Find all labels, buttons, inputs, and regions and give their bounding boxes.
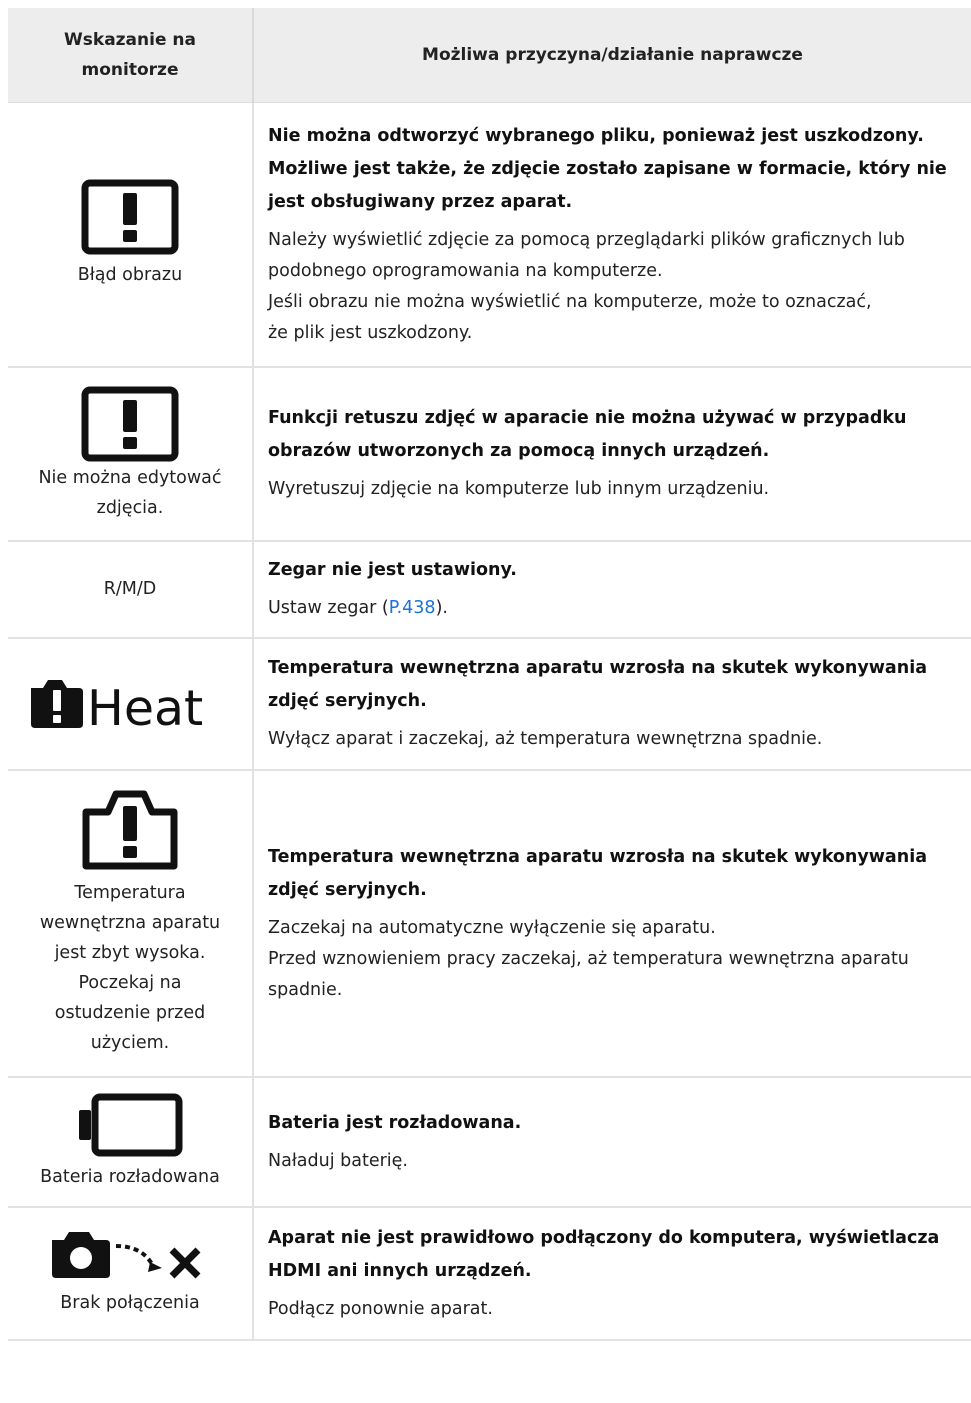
- indication-label: Bateria rozładowana: [40, 1166, 220, 1187]
- page-reference-link[interactable]: P.438: [389, 598, 436, 618]
- cause-line: jest obsługiwany przez aparat.: [268, 191, 573, 212]
- table-header-row: Wskazanie na monitorze Możliwa przyczyna…: [8, 8, 971, 103]
- description-cell: Temperatura wewnętrzna aparatu wzrosła n…: [253, 637, 971, 771]
- description-cell: Nie można odtworzyć wybranego pliku, pon…: [253, 102, 971, 368]
- indication-label-line: Nie można edytować: [38, 467, 222, 488]
- action-line: Należy wyświetlić zdjęcie za pomocą prze…: [268, 229, 905, 250]
- camera-no-connection-icon: [52, 1232, 201, 1279]
- indication-cell: Temperatura wewnętrzna aparatu jest zbyt…: [8, 769, 254, 1078]
- table-row: Brak połączenia Aparat nie jest prawidło…: [8, 1206, 971, 1341]
- table-row: Heat Temperatura wewnętrzna aparatu wzro…: [8, 637, 971, 771]
- indication-label: Błąd obrazu: [77, 265, 183, 286]
- indication-cell: Nie można edytować zdjęcia.: [8, 366, 254, 542]
- cause-text: Temperatura wewnętrzna aparatu wzrosła n…: [268, 841, 951, 907]
- table-row: Błąd obrazu Nie można odtworzyć wybraneg…: [8, 102, 971, 368]
- action-line: że plik jest uszkodzony.: [268, 322, 473, 343]
- column-header-indication-line-1: Wskazanie na: [64, 30, 196, 50]
- indication-label-line: zdjęcia.: [96, 497, 164, 518]
- cause-line: Funkcji retuszu zdjęć w aparacie nie moż…: [268, 408, 907, 428]
- indication-label-line: użyciem.: [90, 1033, 170, 1053]
- indication-cell: Heat: [8, 637, 254, 771]
- action-line: Jeśli obrazu nie można wyświetlić na kom…: [268, 291, 872, 312]
- indication-cell: R/M/D: [8, 540, 254, 639]
- column-header-indication-line-2: monitorze: [81, 60, 179, 80]
- action-prefix: Ustaw zegar (: [268, 598, 389, 618]
- description-cell: Zegar nie jest ustawiony. Ustaw zegar (P…: [253, 540, 971, 639]
- action-text: Zaczekaj na automatyczne wyłączenie się …: [268, 913, 951, 1006]
- cause-text: Nie można odtworzyć wybranego pliku, pon…: [268, 120, 951, 219]
- indication-cell: Bateria rozładowana: [8, 1076, 254, 1208]
- heat-icon-text: Heat: [87, 680, 203, 732]
- cause-line: Temperatura wewnętrzna aparatu wzrosła n…: [268, 658, 928, 678]
- indication-label-line: Poczekaj na: [78, 973, 182, 993]
- action-line: Wyłącz aparat i zaczekaj, aż temperatura…: [268, 729, 823, 749]
- table-row: Temperatura wewnętrzna aparatu jest zbyt…: [8, 769, 971, 1078]
- indication-cell: Błąd obrazu: [8, 102, 254, 368]
- indication-label: Nie można edytować zdjęcia.: [8, 463, 252, 523]
- indication-label: Brak połączenia: [60, 1293, 200, 1313]
- description-cell: Funkcji retuszu zdjęć w aparacie nie moż…: [253, 366, 971, 542]
- indication-label-line: wewnętrzna aparatu: [39, 913, 221, 933]
- action-text: Naładuj baterię.: [268, 1150, 408, 1171]
- cause-line: Temperatura wewnętrzna aparatu wzrosła n…: [268, 846, 928, 867]
- indication-label-line: Temperatura: [74, 883, 186, 903]
- empty-battery-icon: [79, 1093, 183, 1156]
- description-cell: Bateria jest rozładowana. Naładuj bateri…: [253, 1076, 971, 1208]
- heat-warning-icon: Heat: [31, 679, 203, 732]
- action-text: Wyłącz aparat i zaczekaj, aż temperatura…: [268, 724, 951, 755]
- error-message-table: Wskazanie na monitorze Możliwa przyczyna…: [8, 8, 971, 1341]
- table-row: Bateria rozładowana Bateria jest rozłado…: [8, 1076, 971, 1208]
- action-line: Przed wznowieniem pracy zaczekaj, aż tem…: [268, 948, 909, 969]
- warning-screen-icon: [81, 386, 179, 461]
- action-suffix: ).: [435, 598, 448, 618]
- action-line: podobnego oprogramowania na komputerze.: [268, 260, 663, 281]
- indication-label: Temperatura wewnętrzna aparatu jest zbyt…: [8, 878, 252, 1058]
- cause-text: Funkcji retuszu zdjęć w aparacie nie moż…: [268, 402, 951, 468]
- cause-line: zdjęć seryjnych.: [268, 879, 427, 900]
- description-cell: Temperatura wewnętrzna aparatu wzrosła n…: [253, 769, 971, 1078]
- indication-label: R/M/D: [103, 579, 157, 599]
- table-row: R/M/D Zegar nie jest ustawiony. Ustaw ze…: [8, 540, 971, 639]
- action-text: Ustaw zegar (P.438).: [268, 593, 951, 624]
- warning-screen-icon: [81, 179, 179, 255]
- cause-line: obrazów utworzonych za pomocą innych urz…: [268, 441, 770, 461]
- action-line: spadnie.: [268, 979, 343, 1000]
- description-cell: Aparat nie jest prawidłowo podłączony do…: [253, 1206, 971, 1341]
- indication-label-line: ostudzenie przed: [54, 1003, 206, 1023]
- cause-line: HDMI ani innych urządzeń.: [268, 1260, 532, 1281]
- action-text: Należy wyświetlić zdjęcie za pomocą prze…: [268, 225, 951, 349]
- action-line: Zaczekaj na automatyczne wyłączenie się …: [268, 917, 716, 938]
- cause-line: Nie można odtworzyć wybranego pliku, pon…: [268, 125, 924, 146]
- cause-line: zdjęć seryjnych.: [268, 691, 427, 711]
- column-header-indication: Wskazanie na monitorze: [8, 8, 254, 103]
- cause-line: Możliwe jest także, że zdjęcie zostało z…: [268, 158, 947, 179]
- cause-text: Bateria jest rozładowana.: [268, 1112, 522, 1133]
- cause-text: Temperatura wewnętrzna aparatu wzrosła n…: [268, 652, 951, 718]
- table-row: Nie można edytować zdjęcia. Funkcji retu…: [8, 366, 971, 542]
- camera-warning-icon: [82, 790, 178, 870]
- action-line: Wyretuszuj zdjęcie na komputerze lub inn…: [268, 479, 770, 499]
- column-header-cause: Możliwa przyczyna/działanie naprawcze: [253, 8, 971, 103]
- action-text: Podłącz ponownie aparat.: [268, 1298, 493, 1319]
- cause-text: Aparat nie jest prawidłowo podłączony do…: [268, 1222, 951, 1288]
- cause-text: Zegar nie jest ustawiony.: [268, 560, 517, 580]
- action-text: Wyretuszuj zdjęcie na komputerze lub inn…: [268, 474, 951, 505]
- indication-cell: Brak połączenia: [8, 1206, 254, 1341]
- cause-line: Aparat nie jest prawidłowo podłączony do…: [268, 1227, 940, 1248]
- indication-label-line: jest zbyt wysoka.: [54, 943, 206, 963]
